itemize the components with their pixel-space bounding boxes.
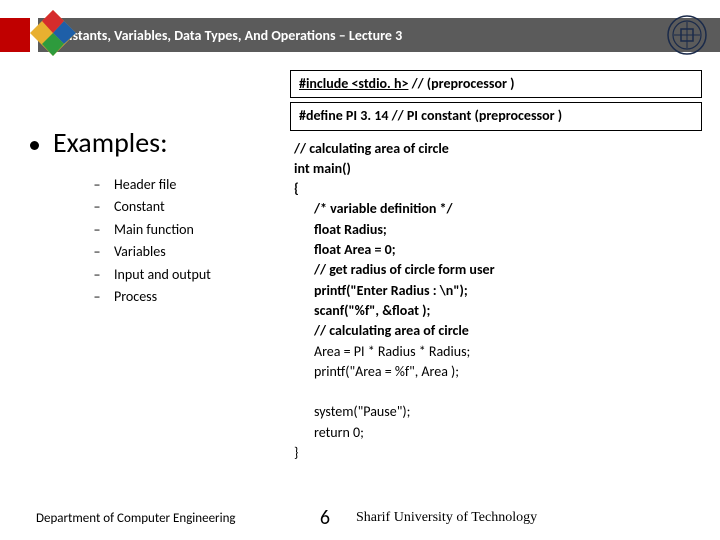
code-line bbox=[294, 382, 702, 402]
list-item: –Main function bbox=[90, 219, 290, 241]
code-line: scanf("%f", &float ); bbox=[294, 301, 702, 321]
code-line: system("Pause"); bbox=[294, 402, 702, 422]
puzzle-logo-icon bbox=[28, 8, 78, 58]
include-directive: #include <stdio. h> bbox=[299, 75, 408, 92]
code-line: int main() bbox=[294, 159, 702, 179]
code-line: /* variable definition */ bbox=[294, 199, 702, 219]
list-item-label: Process bbox=[114, 288, 157, 305]
red-accent bbox=[0, 18, 30, 52]
list-item: –Header file bbox=[90, 174, 290, 196]
code-line: // get radius of circle form user bbox=[294, 260, 702, 280]
footer-university: Sharif University of Technology bbox=[350, 510, 720, 526]
dash-icon: – bbox=[90, 264, 104, 286]
examples-heading: Examples: bbox=[30, 125, 290, 160]
list-item: –Input and output bbox=[90, 264, 290, 286]
code-box-define: #define PI 3. 14 // PI constant (preproc… bbox=[290, 102, 702, 130]
examples-column: Examples: –Header file–Constant–Main fun… bbox=[0, 70, 290, 500]
slide-footer: Department of Computer Engineering 6 Sha… bbox=[0, 504, 720, 532]
page-number: 6 bbox=[300, 506, 350, 530]
list-item-label: Header file bbox=[114, 176, 176, 193]
code-line: // calculating area of circle bbox=[294, 139, 702, 159]
university-seal-icon bbox=[666, 14, 708, 56]
code-column: #include <stdio. h> // (preprocessor ) #… bbox=[290, 70, 720, 500]
code-line: Area = PI * Radius * Radius; bbox=[294, 342, 702, 362]
code-line: printf("Area = %f", Area ); bbox=[294, 362, 702, 382]
code-body: // calculating area of circleint main(){… bbox=[290, 139, 702, 464]
code-line: } bbox=[294, 443, 702, 463]
code-line: { bbox=[294, 179, 702, 199]
bullet-icon bbox=[30, 141, 39, 150]
dash-icon: – bbox=[90, 196, 104, 218]
code-line: float Radius; bbox=[294, 220, 702, 240]
list-item: –Process bbox=[90, 286, 290, 308]
code-line: // calculating area of circle bbox=[294, 321, 702, 341]
list-item-label: Input and output bbox=[114, 266, 211, 283]
code-line: float Area = 0; bbox=[294, 240, 702, 260]
list-item: –Variables bbox=[90, 241, 290, 263]
define-directive: #define PI 3. 14 bbox=[299, 107, 392, 124]
examples-list: –Header file–Constant–Main function–Vari… bbox=[30, 174, 290, 308]
dash-icon: – bbox=[90, 174, 104, 196]
footer-department: Department of Computer Engineering bbox=[0, 511, 300, 526]
dash-icon: – bbox=[90, 219, 104, 241]
dash-icon: – bbox=[90, 241, 104, 263]
code-box-include: #include <stdio. h> // (preprocessor ) bbox=[290, 70, 702, 98]
slide-body: Examples: –Header file–Constant–Main fun… bbox=[0, 70, 720, 500]
list-item-label: Main function bbox=[114, 221, 194, 238]
dash-icon: – bbox=[90, 286, 104, 308]
examples-heading-text: Examples: bbox=[53, 125, 168, 160]
title-band: Constants, Variables, Data Types, And Op… bbox=[38, 18, 720, 52]
header-bar: Constants, Variables, Data Types, And Op… bbox=[0, 18, 720, 52]
include-comment: // (preprocessor ) bbox=[408, 75, 514, 92]
slide-title: Constants, Variables, Data Types, And Op… bbox=[50, 27, 402, 44]
code-line: return 0; bbox=[294, 423, 702, 443]
list-item-label: Constant bbox=[114, 198, 165, 215]
define-comment: // PI constant (preprocessor ) bbox=[392, 107, 563, 124]
list-item-label: Variables bbox=[114, 243, 166, 260]
code-line: printf("Enter Radius : \n"); bbox=[294, 281, 702, 301]
list-item: –Constant bbox=[90, 196, 290, 218]
